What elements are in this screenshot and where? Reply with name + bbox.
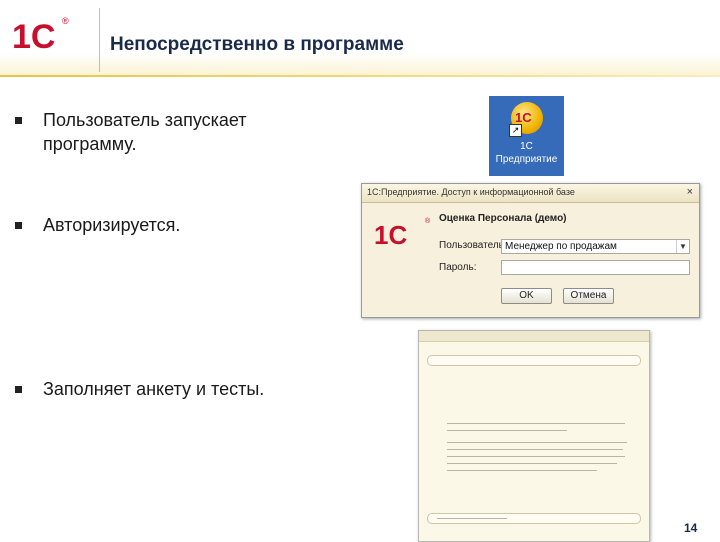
dialog-1c-logo: 1С [374, 222, 407, 246]
questionnaire-titlebar [419, 331, 649, 342]
dialog-title: 1С:Предприятие. Доступ к информационной … [367, 187, 575, 197]
bullet-item-authorize: Авторизируется. [43, 215, 181, 235]
slide-header: 1С ® Непосредственно в программе [0, 0, 720, 76]
logo-text: 1С [12, 18, 55, 54]
1c-logo: 1С [12, 18, 55, 54]
questionnaire-text-line [447, 463, 617, 464]
close-icon[interactable]: × [687, 186, 693, 198]
dialog-logo-text: 1С [374, 222, 407, 246]
login-dialog: 1С:Предприятие. Доступ к информационной … [361, 183, 700, 318]
shortcut-arrow-icon: ↗ [509, 124, 522, 137]
bullet-square-icon [15, 386, 22, 393]
questionnaire-window [418, 330, 650, 542]
shortcut-label-line2: Предприятие [495, 154, 558, 165]
bullet-item-questionnaire: Заполняет анкету и тесты. [43, 379, 265, 399]
bullet-square-icon [15, 117, 22, 124]
header-divider [99, 8, 100, 72]
desktop-shortcut-1c[interactable]: 1С ↗ 1С Предприятие [489, 96, 564, 176]
password-field[interactable] [501, 260, 690, 275]
infobase-name: Оценка Персонала (демо) [439, 213, 567, 224]
shortcut-label: 1С Предприятие [489, 140, 564, 166]
ok-button[interactable]: OK [501, 288, 552, 304]
dialog-logo-registered-mark: ® [425, 218, 431, 225]
header-underline [0, 75, 720, 77]
dialog-titlebar: 1С:Предприятие. Доступ к информационной … [362, 184, 699, 203]
questionnaire-text-line [447, 430, 567, 431]
user-select-value: Менеджер по продажам [505, 241, 617, 252]
page-title: Непосредственно в программе [110, 34, 404, 55]
shortcut-label-line1: 1С [520, 141, 533, 152]
password-label: Пароль: [439, 262, 477, 273]
bullet-square-icon [15, 222, 22, 229]
questionnaire-text-line [447, 470, 597, 471]
questionnaire-text-line [447, 456, 625, 457]
user-label: Пользователь: [439, 240, 507, 251]
page-number: 14 [684, 521, 698, 535]
questionnaire-header-bar [427, 355, 641, 366]
cancel-button[interactable]: Отмена [563, 288, 614, 304]
chevron-down-icon[interactable]: ▼ [676, 240, 689, 253]
app-icon-text: 1С [515, 110, 532, 125]
questionnaire-text-line [437, 518, 507, 519]
logo-registered-mark: ® [62, 16, 69, 26]
questionnaire-text-line [447, 442, 627, 443]
bullet-item-launch: Пользователь запускает программу. [43, 110, 247, 154]
questionnaire-text-line [447, 449, 623, 450]
user-select[interactable]: Менеджер по продажам ▼ [501, 239, 690, 254]
questionnaire-text-line [447, 423, 625, 424]
